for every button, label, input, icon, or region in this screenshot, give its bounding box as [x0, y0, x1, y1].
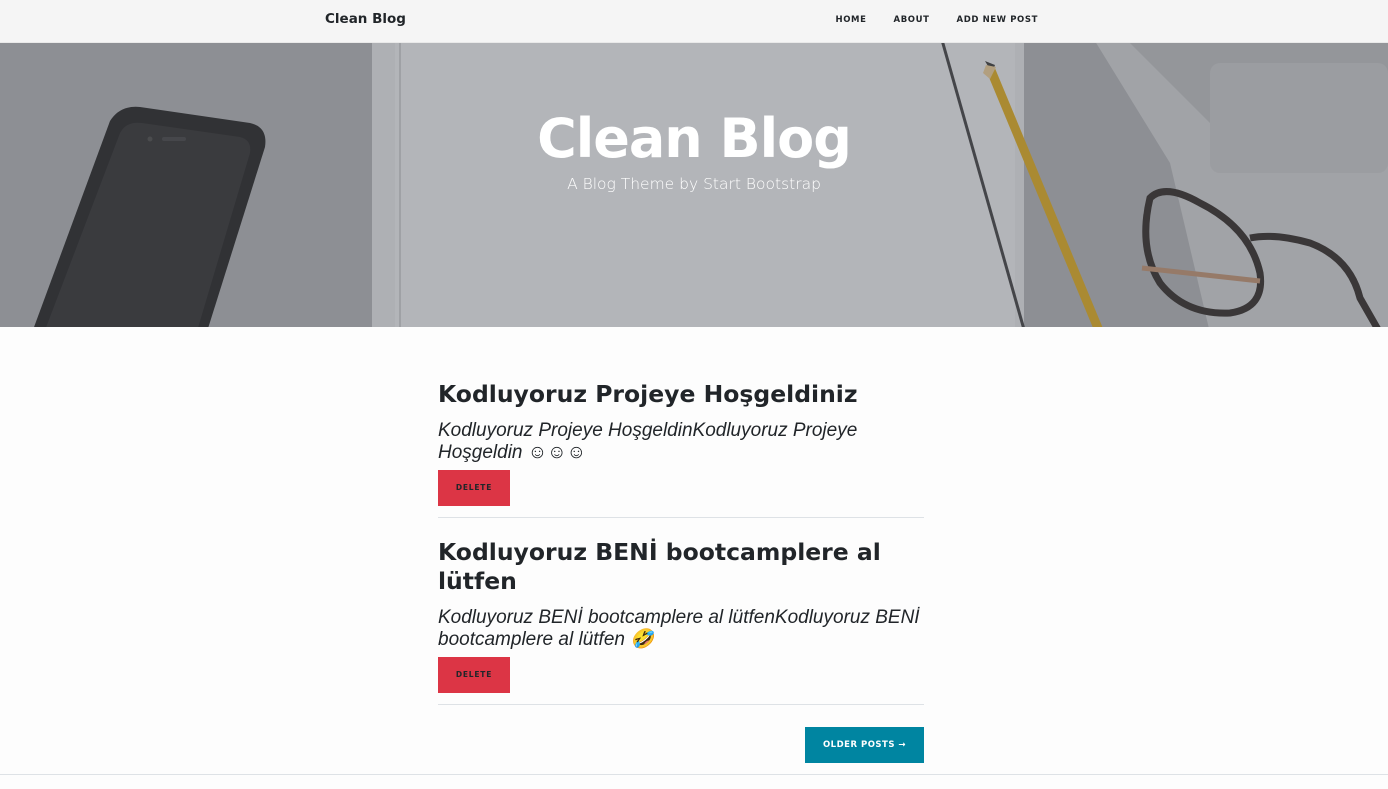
navbar: Clean Blog HOME ABOUT ADD NEW POST: [0, 0, 1388, 43]
hero-title: Clean Blog: [537, 107, 852, 170]
older-posts-button[interactable]: OLDER POSTS →: [805, 727, 924, 763]
delete-button[interactable]: DELETE: [438, 657, 510, 693]
delete-button[interactable]: DELETE: [438, 470, 510, 506]
post-excerpt: Kodluyoruz Projeye HoşgeldinKodluyoruz P…: [438, 420, 858, 463]
post-excerpt: Kodluyoruz BENİ bootcamplere al lütfenKo…: [438, 607, 920, 650]
brand-link[interactable]: Clean Blog: [325, 11, 406, 27]
hero-subtitle: A Blog Theme by Start Bootstrap: [567, 175, 821, 193]
nav-add-new-post-link[interactable]: ADD NEW POST: [957, 15, 1038, 25]
post-preview: Kodluyoruz Projeye Hoşgeldiniz Kodluyoru…: [438, 380, 924, 518]
post-title[interactable]: Kodluyoruz BENİ bootcamplere al lütfen: [438, 538, 924, 596]
post-list: Kodluyoruz Projeye Hoşgeldiniz Kodluyoru…: [438, 378, 924, 725]
nav-links: HOME ABOUT ADD NEW POST: [809, 15, 1038, 25]
nav-about-link[interactable]: ABOUT: [894, 15, 930, 25]
post-title[interactable]: Kodluyoruz Projeye Hoşgeldiniz: [438, 380, 924, 409]
footer-divider: [0, 774, 1388, 775]
post-preview: Kodluyoruz BENİ bootcamplere al lütfen K…: [438, 538, 924, 705]
hero-header: Clean Blog A Blog Theme by Start Bootstr…: [0, 43, 1388, 327]
nav-home-link[interactable]: HOME: [836, 15, 867, 25]
